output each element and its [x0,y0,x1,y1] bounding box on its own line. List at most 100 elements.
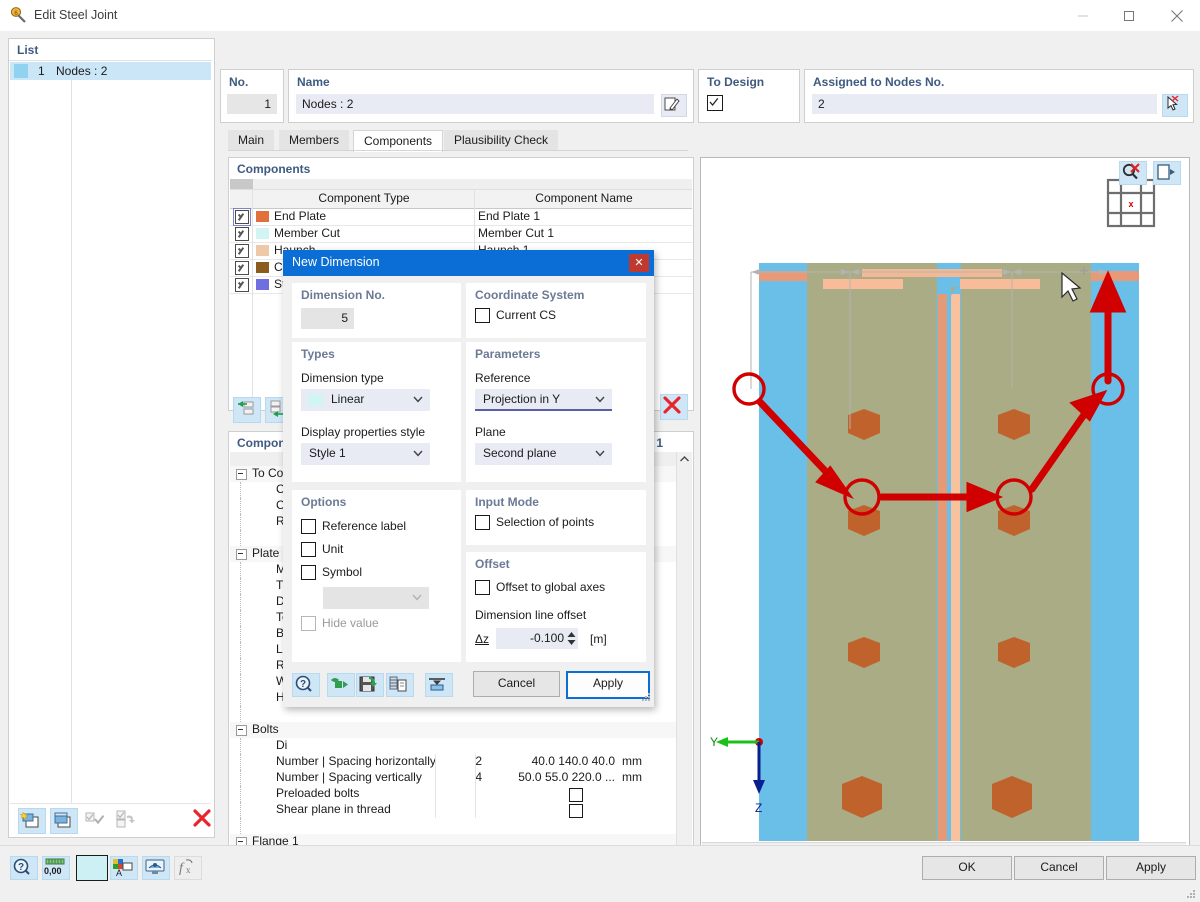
row-checkbox[interactable] [233,208,251,226]
window-title: Edit Steel Joint [34,8,118,22]
move-up-icon[interactable] [233,397,261,423]
tree-item-row[interactable]: Di [230,738,676,754]
selection-of-points-checkbox[interactable] [475,515,490,530]
row-checkbox[interactable] [235,227,249,241]
zoom-reset-icon[interactable] [1119,161,1147,185]
table-row[interactable]: Member Cut Member Cut 1 [230,226,692,243]
to-design-checkbox[interactable] [707,95,723,111]
expander-icon[interactable] [236,549,247,560]
tab-members[interactable]: Members [279,130,350,151]
tree-item-label: Shear plane in thread [276,802,391,816]
coordinate-system-group: Coordinate System Current CS [466,283,646,338]
check-all-icon[interactable] [82,808,108,832]
row-checkbox[interactable] [235,261,249,275]
edit-pencil-icon[interactable] [661,94,687,117]
list-panel: List 1 Nodes : 2 [8,38,215,838]
help-icon[interactable]: ? [292,673,320,697]
expander-icon[interactable] [236,469,247,480]
maximize-button[interactable] [1106,0,1152,31]
current-cs-checkbox[interactable] [475,308,490,323]
display-settings-icon[interactable] [142,856,170,880]
center-align-icon[interactable] [425,673,453,697]
chevron-down-icon [412,594,422,601]
minimize-button[interactable] [1060,0,1106,31]
dialog-apply-button[interactable]: Apply [566,671,650,699]
details-vertical-scrollbar[interactable] [676,452,692,870]
unit-checkbox[interactable] [301,542,316,557]
function-icon[interactable]: f x [174,856,202,880]
options-group: Options Reference label Unit Symbol Hide… [292,490,461,662]
tree-item-row[interactable]: Number | Spacing horizontally 2 40.0 140… [230,754,676,770]
ok-button[interactable]: OK [922,856,1012,880]
reference-label-checkbox[interactable] [301,519,316,534]
dialog-close-icon[interactable]: ✕ [629,254,649,272]
tree-group-row[interactable]: Bolts [230,722,676,738]
cancel-button[interactable]: Cancel [1014,856,1104,880]
tree-item-checkbox[interactable] [569,804,583,818]
color-swatch-icon[interactable] [76,855,108,881]
symbol-checkbox[interactable] [301,565,316,580]
tab-components[interactable]: Components [353,130,444,152]
decimal-label: 0,00 [44,866,62,876]
dialog-cancel-button[interactable]: Cancel [473,671,560,697]
dimension-type-combo[interactable]: Linear [301,389,430,411]
delta-z-symbol: Δz [475,632,490,646]
to-design-label: To Design [707,75,765,89]
symbol-combo[interactable] [323,587,429,609]
delta-z-unit: [m] [590,632,607,646]
offset-global-axes-checkbox[interactable] [475,580,490,595]
tab-plausibility-check[interactable]: Plausibility Check [444,130,559,151]
tree-item-label: Number | Spacing horizontally [276,754,436,768]
import-icon[interactable] [327,673,355,697]
copy-item-icon[interactable] [50,808,78,834]
delete-icon[interactable] [192,808,214,830]
side-panel-icon[interactable] [1153,161,1181,185]
list-panel-header: List [9,39,212,60]
types-label: Types [301,347,335,361]
decimal-places-icon[interactable]: 0,00 [42,856,70,880]
color-settings-icon[interactable]: A [110,856,138,880]
model-viewport[interactable]: x Y Z [700,157,1190,873]
row-checkbox[interactable] [235,244,249,258]
dimension-no-input[interactable]: 5 [301,308,354,329]
display-style-value: Style 1 [309,446,346,460]
viewport-canvas[interactable]: x Y Z [702,159,1186,841]
apply-button[interactable]: Apply [1106,856,1196,880]
resize-grip[interactable] [1186,888,1196,898]
expander-icon[interactable] [236,725,247,736]
delta-z-spinner[interactable] [566,628,577,649]
dimension-no-group: Dimension No. 5 [292,283,461,338]
tree-item-unit: mm [622,770,642,784]
reference-combo[interactable]: Projection in Y [475,389,612,411]
save-icon[interactable] [356,673,384,697]
list-item[interactable]: 1 Nodes : 2 [10,62,211,80]
column-header-component-name: Component Name [535,191,633,205]
tab-main[interactable]: Main [228,130,275,151]
row-color-swatch [256,279,269,290]
row-color-swatch [256,262,269,273]
new-item-icon[interactable] [18,808,46,834]
plane-combo[interactable]: Second plane [475,443,612,465]
assigned-nodes-input[interactable]: 2 [812,94,1157,114]
dialog-resize-grip[interactable] [642,691,651,705]
toggle-check-icon[interactable] [114,808,140,832]
tree-item-row[interactable]: Shear plane in thread [230,802,676,818]
tree-item-row[interactable]: Number | Spacing vertically 4 50.0 55.0 … [230,770,676,786]
tree-item-value: 50.0 55.0 220.0 ... [518,770,615,784]
coordinate-system-label: Coordinate System [475,288,585,302]
close-button[interactable] [1154,0,1200,31]
tree-item-label: Preloaded bolts [276,786,360,800]
offset-global-axes-label: Offset to global axes [496,580,606,594]
table-row[interactable]: End Plate End Plate 1 [230,208,692,226]
display-style-combo[interactable]: Style 1 [301,443,430,465]
tree-item-row[interactable]: Preloaded bolts [230,786,676,802]
name-input[interactable]: Nodes : 2 [296,94,654,114]
scroll-up-icon[interactable] [677,452,692,467]
help-icon[interactable]: ? [10,856,38,880]
delete-component-icon[interactable] [660,394,688,420]
tree-item-checkbox[interactable] [569,788,583,802]
row-checkbox[interactable] [235,278,249,292]
components-table-spacer [230,179,692,190]
pick-node-icon[interactable] [1162,94,1188,117]
copy-list-icon[interactable] [386,673,414,697]
